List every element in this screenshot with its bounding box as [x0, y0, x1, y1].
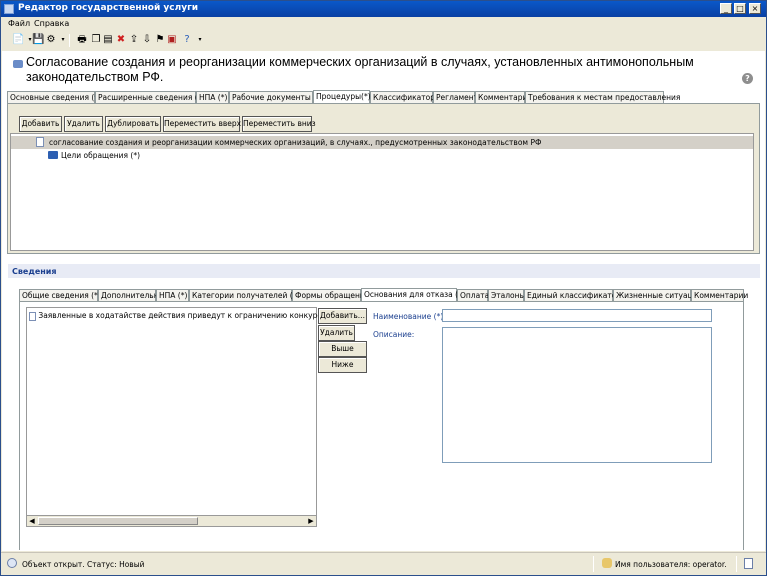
tab-comments[interactable]: Комментарии: [475, 91, 532, 103]
save-icon[interactable]: 💾: [32, 34, 44, 46]
tab-general-info[interactable]: Общие сведения (*): [19, 289, 101, 301]
name-label: Наименование (*):: [373, 312, 446, 321]
move-down-button[interactable]: Переместить вниз: [242, 116, 316, 132]
tab-refusal-grounds[interactable]: Основания для отказа (*): [361, 288, 465, 302]
export-icon[interactable]: ⇪: [128, 34, 140, 46]
minimize-button[interactable]: _: [720, 3, 732, 14]
app-window: Редактор государственной услуги _ □ × Фа…: [0, 0, 767, 576]
status-text: Объект открыт. Статус: Новый: [22, 560, 145, 569]
name-field[interactable]: [442, 309, 712, 322]
user-status: Имя пользователя: operator.: [615, 560, 727, 569]
tree-item-root-label: согласование создания и реорганизации ко…: [49, 138, 542, 147]
description-label: Описание:: [373, 330, 415, 339]
tab-classifiers[interactable]: Классификаторы: [370, 91, 441, 103]
title-bar: Редактор государственной услуги _ □ ×: [1, 1, 766, 17]
move-ground-down-button[interactable]: Ниже: [318, 357, 367, 373]
toolbar: 📄 ▾ 💾 ⚙ ▾ 🖶 ❐ ▤ ✖ ⇪ ⇩ ⚑ ▣ ? ▾: [1, 31, 766, 51]
tab-life-situations[interactable]: Жизненные ситуации: [613, 289, 702, 301]
close-button[interactable]: ×: [749, 3, 761, 14]
dropdown-arrow-icon[interactable]: ▾: [57, 34, 69, 46]
tab-npa[interactable]: НПА (*): [196, 91, 229, 103]
list-item-label: Заявленные в ходатайстве действия привед…: [38, 311, 345, 320]
page-title: Согласование создания и реорганизации ко…: [26, 55, 694, 84]
tab-details-comments[interactable]: Комментарии: [691, 289, 748, 301]
tab-standards[interactable]: Эталоны: [488, 289, 525, 301]
tab-details-npa[interactable]: НПА (*): [156, 289, 189, 301]
delete-procedure-button[interactable]: Удалить: [64, 116, 103, 132]
delete-icon[interactable]: ✖: [115, 34, 127, 46]
details-title: Сведения: [12, 267, 57, 276]
tree-item-child-label: Цели обращения (*): [61, 151, 141, 160]
import-icon[interactable]: ⇩: [141, 34, 153, 46]
tab-unified-classifier[interactable]: Единый классификатор: [524, 289, 621, 301]
menu-help[interactable]: Справка: [34, 19, 69, 28]
tree-item-root[interactable]: согласование создания и реорганизации ко…: [11, 136, 753, 149]
menu-bar: Файл Справка: [1, 17, 766, 30]
add-ground-button[interactable]: Добавить...: [318, 308, 367, 324]
status-separator: [736, 556, 737, 572]
copy-icon[interactable]: ❐: [90, 34, 102, 46]
refusal-grounds-list[interactable]: Заявленные в ходатайстве действия привед…: [26, 307, 344, 527]
status-separator: [593, 556, 594, 572]
book-icon: [48, 151, 58, 159]
menu-file[interactable]: Файл: [8, 19, 30, 28]
scroll-right-icon[interactable]: ▶: [306, 516, 316, 526]
save-as-icon[interactable]: ▤: [102, 34, 114, 46]
tab-extended-info[interactable]: Расширенные сведения (*): [95, 91, 204, 103]
scrollbar-thumb[interactable]: [38, 517, 198, 525]
procedures-tree: согласование создания и реорганизации ко…: [10, 133, 754, 251]
move-up-button[interactable]: Переместить вверх: [163, 116, 241, 132]
document-icon: [36, 137, 44, 147]
list-horizontal-scrollbar[interactable]: ◀ ▶: [26, 515, 317, 527]
document-icon: [29, 311, 36, 321]
maximize-button[interactable]: □: [734, 3, 746, 14]
duplicate-procedure-button[interactable]: Дублировать: [105, 116, 161, 132]
toolbar-separator: [69, 34, 70, 47]
dropdown-arrow-icon[interactable]: ▾: [194, 34, 206, 46]
tab-requirements[interactable]: Требования к местам предоставления: [525, 91, 680, 103]
service-icon: [13, 60, 23, 68]
settings-icon[interactable]: ⚙: [45, 34, 57, 46]
details-header: [8, 264, 760, 278]
status-bar: Объект открыт. Статус: Новый Имя пользов…: [1, 552, 766, 575]
lock-icon: [744, 558, 753, 569]
print-icon[interactable]: 🖶: [76, 34, 88, 46]
tab-additional[interactable]: Дополнительно: [98, 289, 163, 301]
tab-payment[interactable]: Оплата: [457, 289, 489, 301]
bookmark-icon[interactable]: ⚑: [154, 34, 166, 46]
scroll-left-icon[interactable]: ◀: [27, 516, 37, 526]
list-item[interactable]: Заявленные в ходатайстве действия привед…: [29, 310, 344, 321]
tab-work-documents[interactable]: Рабочие документы (*): [229, 91, 323, 103]
add-procedure-button[interactable]: Добавить: [19, 116, 62, 132]
delete-ground-button[interactable]: Удалить: [318, 325, 355, 341]
new-document-icon[interactable]: 📄: [12, 34, 24, 46]
tab-request-forms[interactable]: Формы обращения: [292, 289, 369, 301]
tab-basic-info[interactable]: Основные сведения (*): [7, 91, 101, 103]
tree-item-child[interactable]: Цели обращения (*): [11, 149, 753, 162]
tab-procedures[interactable]: Процедуры(*): [313, 90, 371, 104]
description-field[interactable]: [442, 327, 712, 463]
status-info-icon: [7, 558, 17, 568]
help-circle-icon[interactable]: ?: [742, 73, 753, 84]
help-icon[interactable]: ?: [181, 34, 193, 46]
pdf-icon[interactable]: ▣: [166, 34, 178, 46]
main-content: Согласование создания и реорганизации ко…: [2, 51, 765, 551]
tab-reglament[interactable]: Регламент: [433, 91, 478, 103]
tab-recipient-categories[interactable]: Категории получателей (*): [189, 289, 299, 301]
user-icon: [602, 558, 612, 568]
app-icon: [4, 4, 14, 14]
move-ground-up-button[interactable]: Выше: [318, 341, 367, 357]
window-title: Редактор государственной услуги: [18, 3, 199, 13]
